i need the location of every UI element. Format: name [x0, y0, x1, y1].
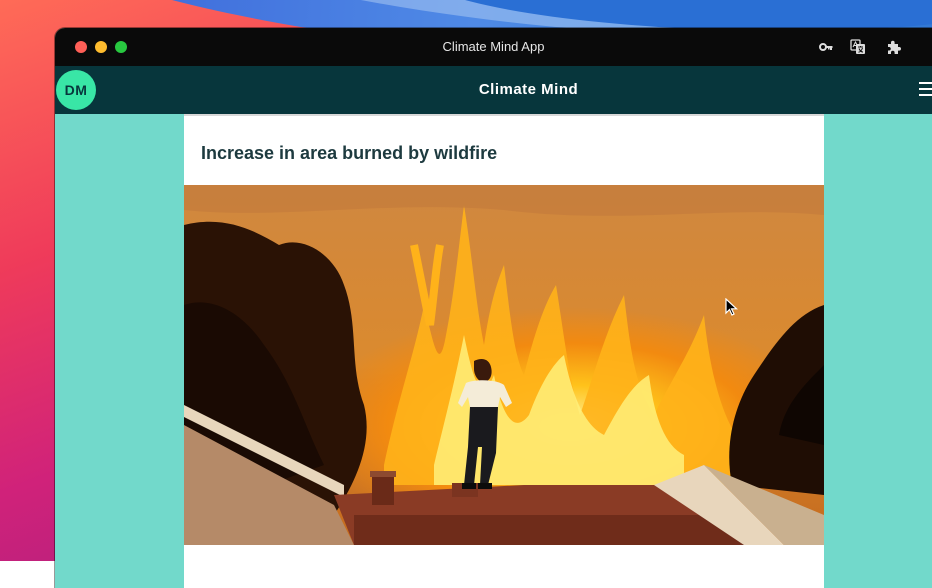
app-header: DM Climate Mind	[55, 66, 932, 114]
mouse-cursor-icon	[725, 297, 739, 318]
extension-puzzle-icon[interactable]	[885, 38, 903, 56]
window-titlebar: Climate Mind App	[55, 28, 932, 66]
main-content: Increase in area burned by wildfire	[55, 114, 932, 588]
browser-window: Climate Mind App DM Climate Mind Increas…	[55, 28, 932, 588]
app-title: Climate Mind	[478, 81, 579, 98]
wildfire-illustration	[184, 185, 824, 545]
window-title: Climate Mind App	[442, 39, 545, 54]
translate-icon[interactable]	[849, 38, 867, 56]
climate-effect-card[interactable]: Increase in area burned by wildfire	[184, 116, 824, 588]
card-title: Increase in area burned by wildfire	[201, 143, 498, 163]
hamburger-menu-icon[interactable]	[919, 82, 932, 98]
wildfire-image	[184, 185, 824, 545]
key-icon[interactable]	[817, 38, 835, 56]
